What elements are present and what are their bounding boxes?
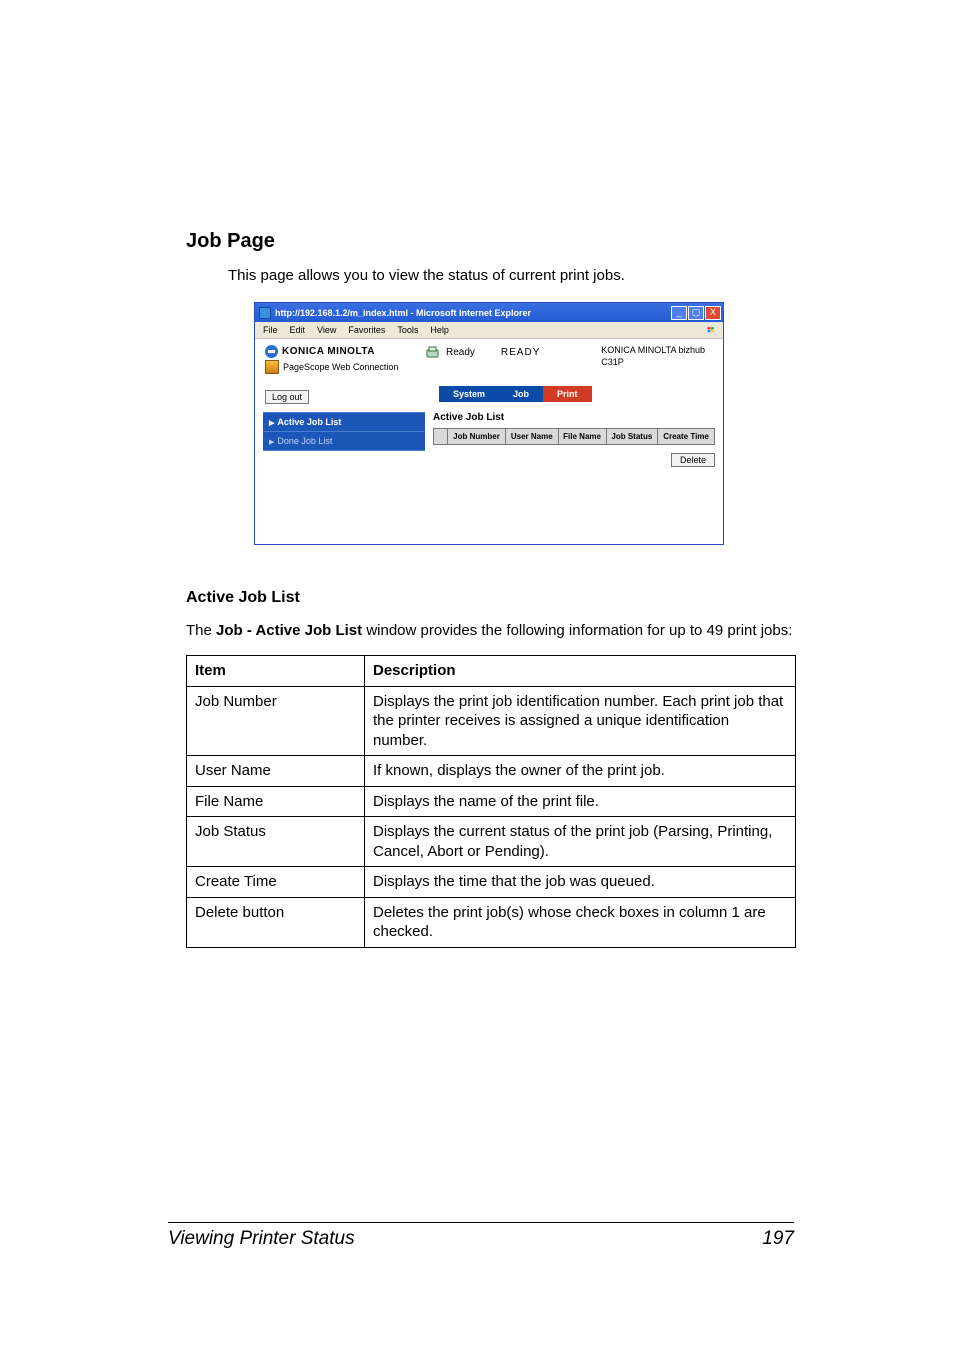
job-table: Job Number User Name File Name Job Statu… [433, 428, 715, 445]
footer-title: Viewing Printer Status [168, 1228, 355, 1250]
page-footer: Viewing Printer Status 197 [168, 1222, 794, 1250]
ie-app-icon [259, 307, 271, 319]
col-job-status: Job Status [606, 429, 658, 445]
info-table: Item Description Job NumberDisplays the … [186, 655, 796, 948]
info-head-item: Item [187, 656, 365, 687]
brand-logo-icon [265, 345, 278, 358]
col-job-number: Job Number [448, 429, 506, 445]
ie-menubar: File Edit View Favorites Tools Help [255, 322, 723, 339]
screenshot-container: http://192.168.1.2/m_index.html - Micros… [254, 302, 724, 545]
menu-view[interactable]: View [311, 325, 342, 335]
table-row: Job NumberDisplays the print job identif… [187, 686, 796, 756]
ie-logo-icon [701, 323, 721, 337]
table-row: Job StatusDisplays the current status of… [187, 817, 796, 867]
heading-active-job-list: Active Job List [186, 589, 794, 607]
menu-tools[interactable]: Tools [391, 325, 424, 335]
col-user-name: User Name [506, 429, 559, 445]
menu-file[interactable]: File [257, 325, 284, 335]
tab-print[interactable]: Print [543, 386, 592, 402]
ready-small-label: Ready [446, 347, 475, 358]
col-file-name: File Name [558, 429, 606, 445]
info-head-description: Description [365, 656, 796, 687]
table-row: File NameDisplays the name of the print … [187, 786, 796, 817]
printer-status-icon [425, 345, 440, 360]
logout-button[interactable]: Log out [265, 390, 309, 404]
ie-title-text: http://192.168.1.2/m_index.html - Micros… [275, 308, 531, 318]
menu-favorites[interactable]: Favorites [342, 325, 391, 335]
tab-system[interactable]: System [439, 386, 499, 402]
intro-text: This page allows you to view the status … [228, 267, 794, 284]
ready-big-label: READY [501, 347, 540, 358]
table-row: User NameIf known, displays the owner of… [187, 756, 796, 787]
brand-text: KONICA MINOLTA [282, 346, 375, 357]
ie-titlebar: http://192.168.1.2/m_index.html - Micros… [255, 303, 723, 322]
menu-help[interactable]: Help [424, 325, 455, 335]
pagescope-icon [265, 360, 279, 374]
tab-job[interactable]: Job [499, 386, 543, 402]
heading-job-page: Job Page [186, 230, 794, 253]
sidebar-item-done-job-list[interactable]: ▶Done Job List [263, 432, 425, 451]
maximize-button[interactable]: ▢ [688, 306, 704, 320]
menu-edit[interactable]: Edit [284, 325, 312, 335]
col-checkbox [434, 429, 448, 445]
chevron-right-icon: ▶ [269, 419, 274, 427]
table-row: Delete buttonDeletes the print job(s) wh… [187, 897, 796, 947]
sidebar: ▶Active Job List ▶Done Job List [263, 412, 425, 468]
sidebar-item-active-job-list[interactable]: ▶Active Job List [263, 412, 425, 432]
pagescope-text: PageScope Web Connection [283, 362, 398, 372]
footer-page-number: 197 [762, 1228, 794, 1250]
minimize-button[interactable]: _ [671, 306, 687, 320]
chevron-right-icon: ▶ [269, 438, 274, 446]
active-job-list-desc: The Job - Active Job List window provide… [186, 621, 794, 641]
close-button[interactable]: X [705, 306, 721, 320]
model-label: KONICA MINOLTA bizhub C31P [601, 345, 713, 368]
col-create-time: Create Time [658, 429, 715, 445]
ie-window: http://192.168.1.2/m_index.html - Micros… [254, 302, 724, 545]
delete-button[interactable]: Delete [671, 453, 715, 467]
table-row: Create TimeDisplays the time that the jo… [187, 867, 796, 898]
